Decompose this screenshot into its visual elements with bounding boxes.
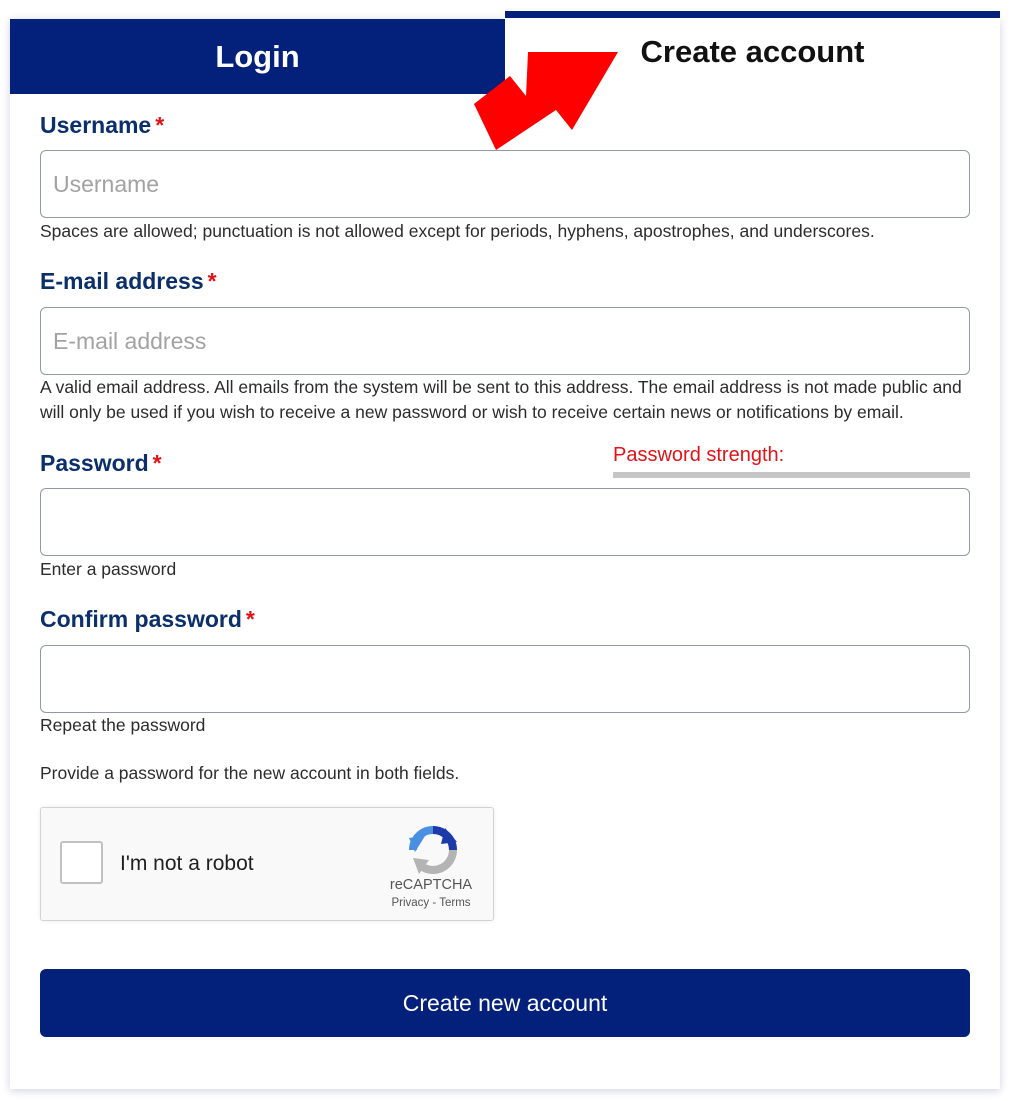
password-strength-label: Password strength:: [613, 444, 785, 466]
username-help: Spaces are allowed; punctuation is not a…: [40, 221, 875, 241]
recaptcha-label: I'm not a robot: [120, 852, 254, 875]
email-help: A valid email address. All emails from t…: [40, 377, 962, 422]
username-input[interactable]: [40, 150, 970, 218]
password-input[interactable]: [40, 488, 970, 556]
required-marker: *: [207, 268, 217, 294]
required-marker: *: [155, 112, 165, 138]
recaptcha-privacy-link[interactable]: Privacy: [391, 897, 429, 909]
red-arrow-annotation: [474, 52, 618, 150]
confirm-password-label: Confirm password *: [40, 606, 255, 632]
password-label: Password *: [40, 450, 162, 476]
tab-login[interactable]: Login: [10, 19, 505, 94]
recaptcha-checkbox[interactable]: [60, 841, 103, 884]
confirm-password-help: Repeat the password: [40, 715, 206, 735]
confirm-password-input[interactable]: [40, 645, 970, 713]
email-input[interactable]: [40, 307, 970, 375]
recaptcha-link-separator: -: [432, 897, 437, 909]
password-hint: Provide a password for the new account i…: [40, 763, 460, 783]
recaptcha-links: Privacy - Terms: [381, 897, 481, 909]
username-label: Username *: [40, 112, 165, 138]
password-strength-bar: [613, 472, 970, 478]
recaptcha-terms-link[interactable]: Terms: [439, 897, 470, 909]
create-new-account-button[interactable]: Create new account: [40, 969, 970, 1037]
required-marker: *: [152, 450, 162, 476]
password-help: Enter a password: [40, 559, 177, 579]
recaptcha-logo-icon: [409, 826, 457, 874]
required-marker: *: [245, 606, 255, 632]
email-label: E-mail address *: [40, 268, 217, 294]
recaptcha-widget: I'm not a robot reCAPTCHA Privacy - Term…: [40, 807, 494, 921]
recaptcha-brand: reCAPTCHA: [389, 877, 473, 893]
